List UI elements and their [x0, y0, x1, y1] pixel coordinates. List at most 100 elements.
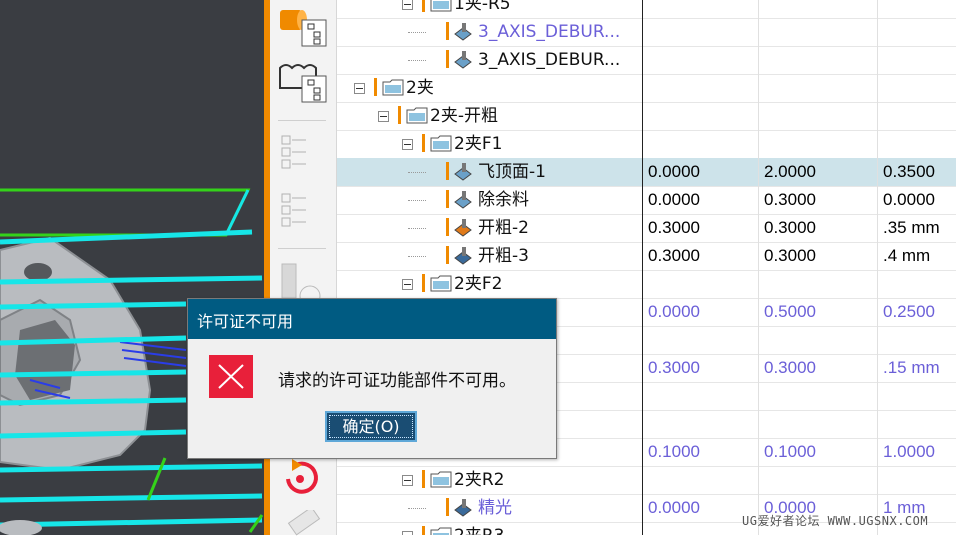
- needs-regenerate-icon: [374, 78, 377, 96]
- tree-group-row[interactable]: 2夹F1: [337, 130, 956, 159]
- tree-connector: [408, 256, 426, 257]
- tree-item-label: 1夹-R5: [454, 0, 511, 14]
- stock-value: 0.0000: [648, 302, 700, 321]
- operation-icon: [453, 50, 473, 70]
- dialog-title-bar[interactable]: 许可证不可用: [188, 299, 556, 339]
- tree-item-label: 飞顶面-1: [478, 162, 546, 182]
- tree-operation-row[interactable]: 3_AXIS_DEBUR...: [337, 18, 956, 47]
- tree-group-row[interactable]: 1夹-R5: [337, 0, 956, 19]
- needs-regenerate-icon: [422, 134, 425, 152]
- license-error-dialog: 许可证不可用 请求的许可证功能部件不可用。 确定(O): [187, 298, 557, 459]
- tree-operation-row[interactable]: 开粗-2 0.3000 0.3000 .35 mm: [337, 214, 956, 243]
- expand-all-icon: [281, 135, 306, 169]
- operation-icon: [453, 218, 473, 238]
- geometry-view-button[interactable]: [276, 58, 330, 104]
- needs-regenerate-icon: [446, 218, 449, 236]
- collapse-toggle-icon[interactable]: [402, 139, 413, 150]
- stepover-value: 0.0000: [883, 190, 935, 209]
- expand-all-button[interactable]: [276, 130, 330, 176]
- collapse-toggle-icon[interactable]: [402, 531, 413, 535]
- tree-operation-row[interactable]: 3_AXIS_DEBUR...: [337, 46, 956, 75]
- stepover-value: .15 mm: [883, 358, 940, 377]
- refresh-icon: [286, 459, 318, 494]
- operation-icon: [453, 190, 473, 210]
- needs-regenerate-icon: [422, 526, 425, 535]
- eraser-icon: [287, 506, 321, 536]
- tool-value: 0.5000: [764, 302, 816, 321]
- tool-value: 2.0000: [764, 162, 816, 181]
- eraser-button[interactable]: [276, 506, 330, 556]
- dialog-message: 请求的许可证功能部件不可用。: [278, 371, 516, 391]
- collapse-all-button[interactable]: [276, 188, 330, 234]
- stock-value: 0.3000: [648, 246, 700, 265]
- refresh-button[interactable]: [276, 455, 330, 501]
- tree-item-label: 2夹F2: [454, 274, 503, 294]
- error-icon: [209, 355, 253, 398]
- tool-value: 0.3000: [764, 190, 816, 209]
- tree-connector: [408, 32, 426, 33]
- dialog-title: 许可证不可用: [197, 312, 294, 331]
- tree-item-label: 2夹R3: [454, 522, 504, 535]
- stock-value: 0.0000: [648, 190, 700, 209]
- tree-operation-row[interactable]: 除余料 0.0000 0.3000 0.0000: [337, 186, 956, 215]
- tool-value: 0.3000: [764, 358, 816, 377]
- tree-operation-row[interactable]: 飞顶面-1 0.0000 2.0000 0.3500: [337, 158, 956, 187]
- tree-item-label: 开粗-3: [478, 246, 529, 266]
- tree-connector: [408, 228, 426, 229]
- program-order-view-button[interactable]: [276, 2, 330, 48]
- collapse-toggle-icon[interactable]: [402, 0, 413, 10]
- needs-regenerate-icon: [446, 190, 449, 208]
- watermark-text: UG爱好者论坛 WWW.UGSNX.COM: [742, 514, 929, 528]
- needs-regenerate-icon: [446, 22, 449, 40]
- program-folder-icon: [406, 107, 428, 124]
- collapse-toggle-icon[interactable]: [402, 475, 413, 486]
- tree-item-label: 3_AXIS_DEBUR...: [478, 50, 621, 70]
- tree-group-row[interactable]: 2夹-开粗: [337, 102, 956, 131]
- program-folder-icon: [430, 275, 452, 292]
- tree-item-label: 除余料: [478, 190, 529, 210]
- tree-group-row[interactable]: 2夹R2: [337, 466, 956, 495]
- toolbar-separator: [278, 248, 326, 249]
- needs-regenerate-icon: [446, 246, 449, 264]
- column-divider: [877, 0, 878, 535]
- toolbar-separator: [278, 120, 326, 121]
- tool-value: 0.3000: [764, 218, 816, 237]
- tree-connector: [408, 508, 426, 509]
- tool-value: 0.1000: [764, 442, 816, 461]
- tree-item-label: 2夹: [406, 78, 434, 98]
- tree-connector: [408, 172, 426, 173]
- tree-item-label: 2夹F1: [454, 134, 503, 154]
- program-folder-icon: [430, 0, 452, 12]
- stepover-value: 0.3500: [883, 162, 935, 181]
- program-order-icon: [280, 10, 327, 47]
- collapse-toggle-icon[interactable]: [402, 279, 413, 290]
- program-folder-icon: [430, 135, 452, 152]
- column-divider: [758, 0, 759, 535]
- operation-icon: [453, 498, 473, 518]
- tree-group-row[interactable]: 2夹: [337, 74, 956, 103]
- needs-regenerate-icon: [446, 162, 449, 180]
- stock-value: 0.3000: [648, 218, 700, 237]
- geometry-view-icon: [279, 64, 327, 103]
- ok-button[interactable]: 确定(O): [325, 411, 417, 442]
- needs-regenerate-icon: [422, 274, 425, 292]
- tree-item-label: 2夹R2: [454, 470, 505, 490]
- stock-value: 0.0000: [648, 162, 700, 181]
- needs-regenerate-icon: [398, 106, 401, 124]
- collapse-toggle-icon[interactable]: [378, 111, 389, 122]
- tree-item-label: 2夹-开粗: [430, 106, 498, 126]
- stock-value: 0.1000: [648, 442, 700, 461]
- stepover-value: 0.2500: [883, 302, 935, 321]
- operation-icon: [453, 246, 473, 266]
- needs-regenerate-icon: [422, 0, 425, 12]
- column-divider: [642, 0, 643, 535]
- tree-group-row[interactable]: 2夹F2: [337, 270, 956, 299]
- stepover-value: .35 mm: [883, 218, 940, 237]
- tree-item-label: 3_AXIS_DEBUR...: [478, 22, 621, 42]
- tree-connector: [408, 200, 426, 201]
- collapse-toggle-icon[interactable]: [354, 83, 365, 94]
- needs-regenerate-icon: [422, 470, 425, 488]
- tree-item-label: 精光: [478, 498, 512, 518]
- tree-operation-row[interactable]: 开粗-3 0.3000 0.3000 .4 mm: [337, 242, 956, 271]
- stock-value: 0.3000: [648, 358, 700, 377]
